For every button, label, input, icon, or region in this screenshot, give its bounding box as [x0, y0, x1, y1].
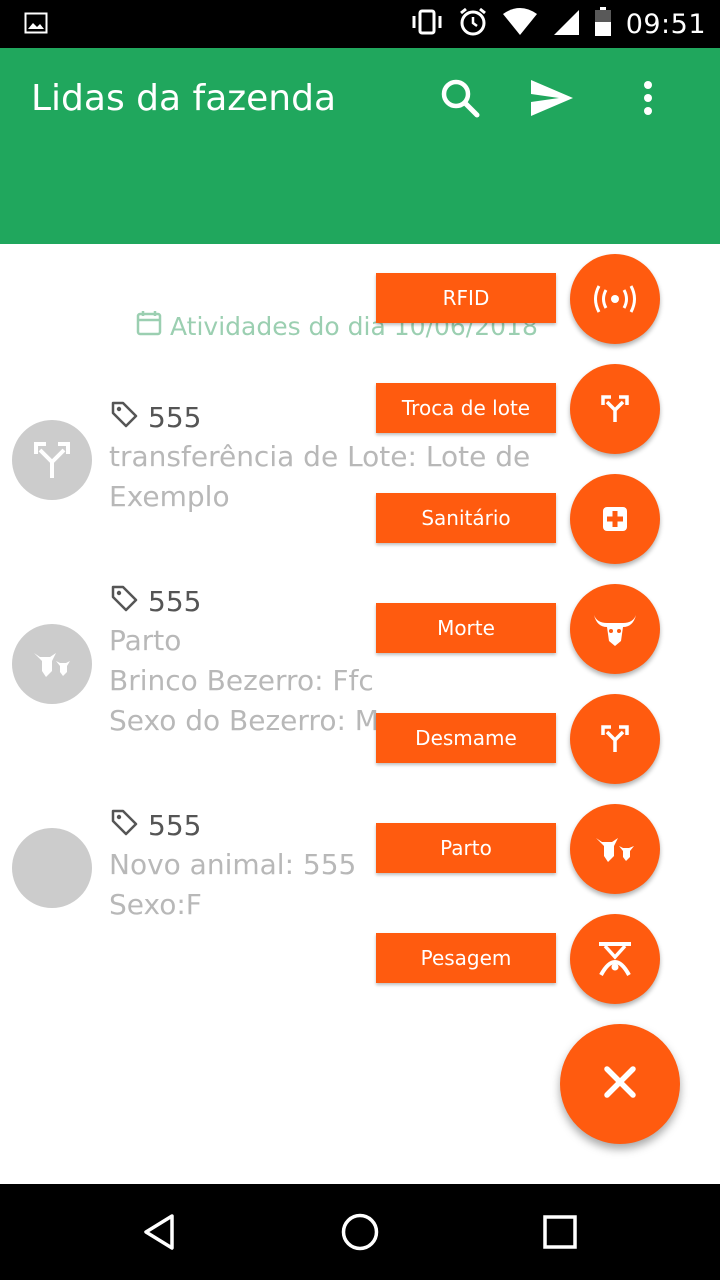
- calendar-icon: [136, 310, 162, 342]
- wifi-icon: [502, 8, 538, 40]
- pesagem-label[interactable]: Pesagem: [376, 933, 556, 983]
- branch-icon[interactable]: [570, 694, 660, 784]
- back-icon[interactable]: [130, 1202, 190, 1262]
- animal-tag: 555: [110, 584, 201, 619]
- rfid-label[interactable]: RFID: [376, 273, 556, 323]
- cell-signal-icon: [552, 8, 580, 40]
- entry-line: Exemplo: [109, 480, 230, 513]
- animal-tag: 555: [110, 808, 201, 843]
- parto-label[interactable]: Parto: [376, 823, 556, 873]
- page-title: Lidas da fazenda: [31, 78, 337, 119]
- entry-line: Parto: [109, 624, 182, 657]
- tag-number: 555: [148, 585, 202, 618]
- cow-calf-icon: [12, 624, 92, 704]
- branch-icon: [12, 420, 92, 500]
- app-bar: Lidas da fazenda: [0, 48, 720, 244]
- medical-plus-icon[interactable]: [570, 474, 660, 564]
- tag-number: 555: [148, 809, 202, 842]
- cow-calf-icon[interactable]: [570, 804, 660, 894]
- navigation-bar: [0, 1184, 720, 1280]
- troca-de-lote-label[interactable]: Troca de lote: [376, 383, 556, 433]
- desmame-label[interactable]: Desmame: [376, 713, 556, 763]
- entry-line: Sexo:F: [109, 888, 202, 921]
- rfid-icon[interactable]: [570, 254, 660, 344]
- speed-dial-parto[interactable]: Parto: [376, 804, 666, 894]
- close-fab-button[interactable]: [560, 1024, 680, 1144]
- entry-line: Novo animal: 555: [109, 848, 357, 881]
- morte-label[interactable]: Morte: [376, 603, 556, 653]
- recents-icon[interactable]: [530, 1202, 590, 1262]
- speed-dial-pesagem[interactable]: Pesagem: [376, 914, 666, 1004]
- send-icon[interactable]: [528, 74, 576, 122]
- search-icon[interactable]: [436, 74, 484, 122]
- image-notification-icon: [24, 12, 48, 34]
- tag-icon: [110, 584, 138, 619]
- bull-skull-icon[interactable]: [570, 584, 660, 674]
- status-time: 09:51: [625, 8, 706, 40]
- more-vert-icon[interactable]: [624, 74, 672, 122]
- speed-dial-morte[interactable]: Morte: [376, 584, 666, 674]
- speed-dial-sanitario[interactable]: Sanitário: [376, 474, 666, 564]
- scale-icon[interactable]: [570, 914, 660, 1004]
- vibrate-icon: [410, 9, 444, 39]
- battery-icon: [594, 7, 612, 41]
- status-bar: 09:51: [0, 0, 720, 48]
- animal-tag: 555: [110, 400, 201, 435]
- tag-icon: [110, 808, 138, 843]
- home-icon[interactable]: [330, 1202, 390, 1262]
- close-icon: [603, 1065, 637, 1103]
- entry-line: Brinco Bezerro: Ffc: [109, 664, 374, 697]
- speed-dial-rfid[interactable]: RFID: [376, 254, 666, 344]
- sanitario-label[interactable]: Sanitário: [376, 493, 556, 543]
- entry-line: Sexo do Bezerro: M: [109, 704, 379, 737]
- blank-avatar: [12, 828, 92, 908]
- tag-icon: [110, 400, 138, 435]
- alarm-icon: [458, 7, 488, 41]
- branch-icon[interactable]: [570, 364, 660, 454]
- tag-number: 555: [148, 401, 202, 434]
- speed-dial-desmame[interactable]: Desmame: [376, 694, 666, 784]
- speed-dial-troca-de-lote[interactable]: Troca de lote: [376, 364, 666, 454]
